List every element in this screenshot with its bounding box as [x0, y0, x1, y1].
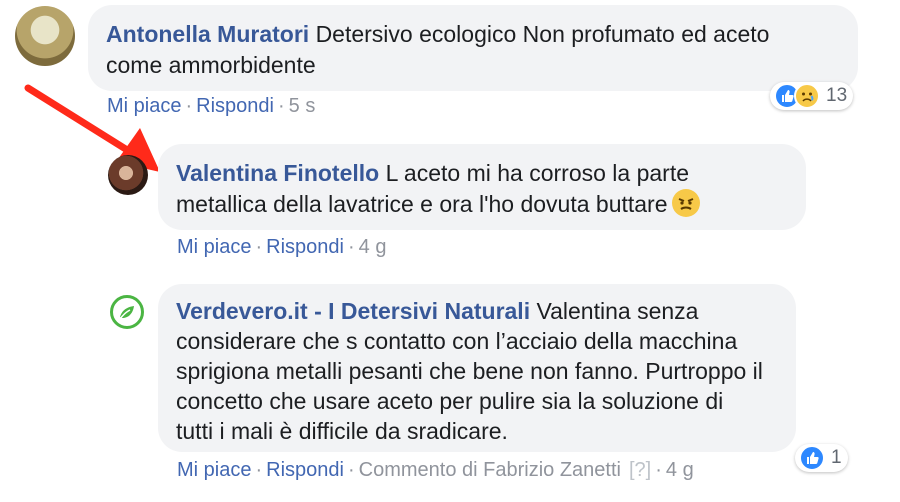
comment-2-text: L aceto mi ha corroso la parte — [385, 160, 690, 186]
like-link[interactable]: Mi piace — [177, 459, 251, 481]
verified-leaf-icon[interactable] — [110, 295, 144, 329]
avatar-valentina[interactable] — [108, 155, 148, 195]
comment-3-line-2: considerare che s contatto con l’acciaio… — [176, 328, 738, 354]
comment-2-actions: Mi piace · Rispondi · 4 g — [177, 236, 387, 258]
comment-bubble-3: Verdevero.it - I Detersivi Naturali Vale… — [158, 284, 796, 452]
like-reaction-icon — [799, 445, 825, 471]
comment-3-line-3: sprigiona metalli pesanti che bene non f… — [176, 358, 763, 384]
comment-bubble-2: Valentina Finotello L aceto mi ha corros… — [158, 144, 806, 230]
reaction-count: 1 — [831, 447, 842, 468]
comment-3-author[interactable]: Verdevero.it - I Detersivi Naturali — [176, 298, 530, 324]
angry-emoji-icon — [671, 189, 700, 217]
reactions-badge-3[interactable]: 1 — [795, 444, 848, 472]
reply-link[interactable]: Rispondi — [266, 236, 344, 258]
timestamp[interactable]: 4 g — [359, 236, 387, 258]
comment-2-line-1: Valentina Finotello L aceto mi ha corros… — [176, 158, 788, 189]
comment-2-author[interactable]: Valentina Finotello — [176, 160, 379, 186]
reply-link[interactable]: Rispondi — [266, 459, 344, 481]
like-link[interactable]: Mi piace — [177, 236, 251, 258]
comment-by-label[interactable]: Commento di Fabrizio Zanetti — [359, 459, 621, 481]
comment-3-actions: Mi piace · Rispondi · Commento di Fabrizio Z… — [177, 459, 694, 481]
comment-3-text: Valentina senza — [536, 298, 699, 324]
comment-3-line-5: tutti i mali è difficile da sradicare. — [176, 418, 508, 444]
comment-2-line-2: metallica della lavatrice e ora l'ho dov… — [176, 189, 788, 220]
help-link[interactable]: [?] — [629, 459, 651, 481]
comment-3-line-4: concetto che usare aceto per pulire sia … — [176, 388, 724, 414]
comment-3-line-1: Verdevero.it - I Detersivi Naturali Vale… — [176, 296, 778, 326]
timestamp[interactable]: 4 g — [666, 459, 694, 481]
